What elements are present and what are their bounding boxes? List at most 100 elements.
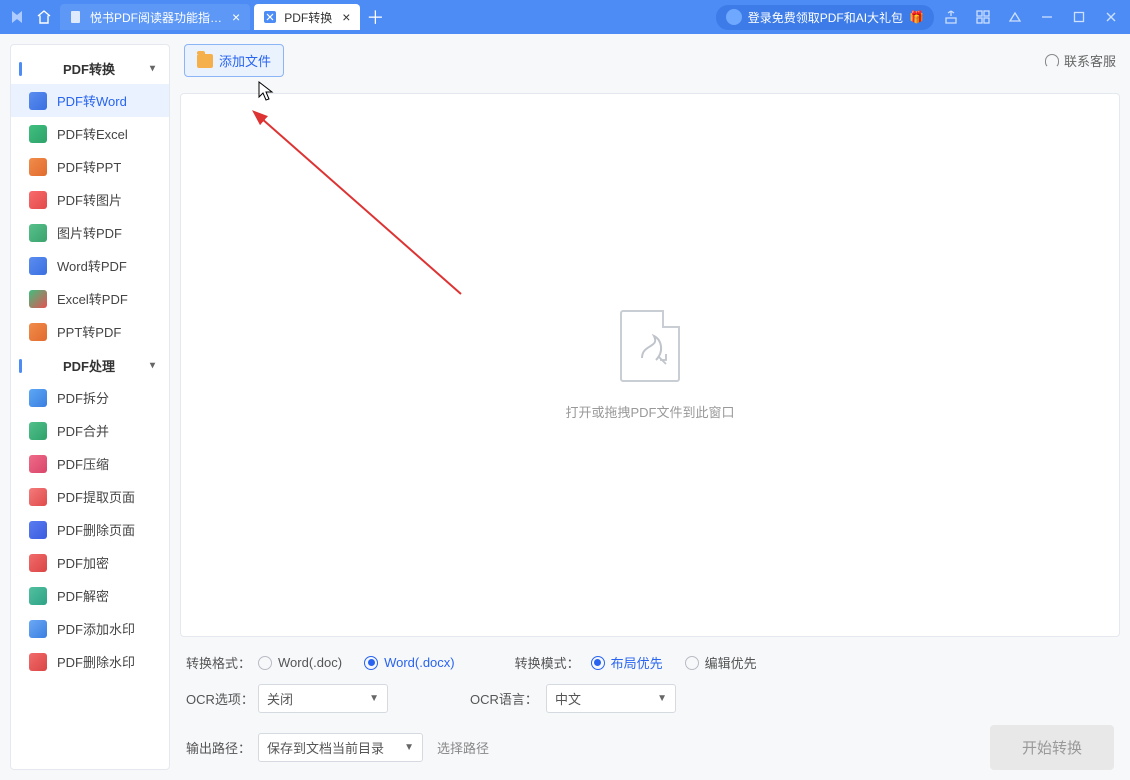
sidebar-item-0-6[interactable]: Excel转PDF — [11, 282, 169, 315]
gift-icon: 🎁 — [909, 10, 924, 24]
sidebar-item-label: PDF提取页面 — [57, 487, 135, 506]
theme-icon[interactable] — [1000, 4, 1030, 30]
sidebar-item-1-5[interactable]: PDF加密 — [11, 546, 169, 579]
file-icon — [262, 9, 278, 25]
chevron-down-icon: ▾ — [150, 360, 155, 371]
login-promo-button[interactable]: 登录免费领取PDF和AI大礼包 🎁 — [716, 5, 934, 30]
sidebar-item-1-2[interactable]: PDF压缩 — [11, 447, 169, 480]
app-logo-icon[interactable] — [4, 4, 30, 30]
maximize-button[interactable] — [1064, 4, 1094, 30]
sidebar-group-0[interactable]: PDF转换 ▾ — [11, 51, 169, 84]
ic-img2-icon — [29, 224, 47, 242]
radio-icon — [258, 656, 272, 670]
ic-ppt-icon — [29, 158, 47, 176]
new-tab-button[interactable]: ＋ — [362, 4, 388, 30]
sidebar-item-label: PDF删除水印 — [57, 652, 135, 671]
sidebar-item-0-5[interactable]: Word转PDF — [11, 249, 169, 282]
sidebar-item-1-3[interactable]: PDF提取页面 — [11, 480, 169, 513]
format-option-0[interactable]: Word(.doc) — [258, 655, 342, 670]
sidebar-item-label: PDF转Excel — [57, 124, 128, 143]
sidebar-item-label: Word转PDF — [57, 256, 127, 275]
sidebar-item-1-7[interactable]: PDF添加水印 — [11, 612, 169, 645]
sidebar-group-label: PDF转换 — [63, 59, 115, 78]
sidebar-item-label: PDF压缩 — [57, 454, 109, 473]
tab-label: 悦书PDF阅读器功能指… — [90, 9, 222, 26]
ic-compress-icon — [29, 455, 47, 473]
ocr-select[interactable]: 关闭 ▼ — [258, 684, 388, 713]
ocr-lang-label: OCR语言： — [470, 689, 546, 708]
contact-support-link[interactable]: 联系客服 — [1045, 51, 1116, 70]
tab-close-icon[interactable]: × — [232, 9, 240, 25]
sidebar-item-label: Excel转PDF — [57, 289, 128, 308]
sidebar-item-1-0[interactable]: PDF拆分 — [11, 381, 169, 414]
ocr-lang-value: 中文 — [555, 689, 581, 708]
sidebar-group-1[interactable]: PDF处理 ▾ — [11, 348, 169, 381]
sidebar-item-1-4[interactable]: PDF删除页面 — [11, 513, 169, 546]
ocr-value: 关闭 — [267, 689, 293, 708]
mode-option-0[interactable]: 布局优先 — [591, 653, 663, 672]
sidebar: PDF转换 ▾ PDF转Word PDF转Excel PDF转PPT PDF转图片图片转P… — [10, 44, 170, 770]
titlebar: 悦书PDF阅读器功能指… × PDF转换 × ＋ 登录免费领取PDF和AI大礼包 🎁 — [0, 0, 1130, 34]
ic-wmrem-icon — [29, 653, 47, 671]
sidebar-item-0-2[interactable]: PDF转PPT — [11, 150, 169, 183]
sidebar-item-1-6[interactable]: PDF解密 — [11, 579, 169, 612]
sidebar-item-1-8[interactable]: PDF删除水印 — [11, 645, 169, 678]
radio-icon — [685, 656, 699, 670]
radio-icon — [364, 656, 378, 670]
format-label: 转换格式： — [186, 653, 258, 672]
chevron-down-icon: ▾ — [150, 63, 155, 74]
tab-0[interactable]: 悦书PDF阅读器功能指… × — [60, 4, 250, 30]
minimize-button[interactable] — [1032, 4, 1062, 30]
annotation-arrow — [241, 104, 501, 344]
mode-label: 转换模式： — [515, 653, 591, 672]
ic-excel2-icon — [29, 290, 47, 308]
ic-merge-icon — [29, 422, 47, 440]
sidebar-group-label: PDF处理 — [63, 356, 115, 375]
ic-remove-icon — [29, 521, 47, 539]
choose-path-button[interactable]: 选择路径 — [437, 738, 489, 757]
radio-label: Word(.doc) — [278, 655, 342, 670]
mode-option-1[interactable]: 编辑优先 — [685, 653, 757, 672]
start-convert-button[interactable]: 开始转换 — [990, 725, 1114, 770]
sidebar-item-0-4[interactable]: 图片转PDF — [11, 216, 169, 249]
format-option-1[interactable]: Word(.docx) — [364, 655, 455, 670]
avatar-icon — [726, 9, 742, 25]
sidebar-item-label: PDF删除页面 — [57, 520, 135, 539]
sidebar-item-label: PDF转Word — [57, 91, 127, 110]
ic-extract-icon — [29, 488, 47, 506]
file-icon — [68, 9, 84, 25]
tab-1[interactable]: PDF转换 × — [254, 4, 360, 30]
output-path-select[interactable]: 保存到文档当前目录 ▼ — [258, 733, 423, 762]
sidebar-item-0-7[interactable]: PPT转PDF — [11, 315, 169, 348]
sidebar-item-0-0[interactable]: PDF转Word — [11, 84, 169, 117]
apps-icon[interactable] — [968, 4, 998, 30]
extension-icon[interactable] — [936, 4, 966, 30]
home-button[interactable] — [30, 4, 58, 30]
close-button[interactable] — [1096, 4, 1126, 30]
tab-label: PDF转换 — [284, 9, 332, 26]
ic-word-icon — [29, 92, 47, 110]
sidebar-item-1-1[interactable]: PDF合并 — [11, 414, 169, 447]
ic-split-icon — [29, 389, 47, 407]
caret-down-icon: ▼ — [369, 693, 379, 704]
sidebar-item-label: PDF加密 — [57, 553, 109, 572]
ic-encrypt-icon — [29, 554, 47, 572]
sidebar-item-label: PDF转PPT — [57, 157, 121, 176]
sidebar-item-label: PDF解密 — [57, 586, 109, 605]
add-file-label: 添加文件 — [219, 51, 271, 70]
tab-close-icon[interactable]: × — [342, 9, 350, 25]
file-dropzone[interactable]: 打开或拖拽PDF文件到此窗口 — [180, 93, 1120, 637]
ocr-lang-select[interactable]: 中文 ▼ — [546, 684, 676, 713]
promo-text: 登录免费领取PDF和AI大礼包 — [748, 9, 903, 26]
output-value: 保存到文档当前目录 — [267, 738, 384, 757]
radio-icon — [591, 656, 605, 670]
sidebar-item-0-3[interactable]: PDF转图片 — [11, 183, 169, 216]
pdf-file-icon — [620, 310, 680, 382]
ic-decrypt-icon — [29, 587, 47, 605]
sidebar-item-label: 图片转PDF — [57, 223, 122, 242]
ic-ppt2-icon — [29, 323, 47, 341]
sidebar-item-0-1[interactable]: PDF转Excel — [11, 117, 169, 150]
folder-icon — [197, 54, 213, 68]
ocr-label: OCR选项： — [186, 689, 258, 708]
add-file-button[interactable]: 添加文件 — [184, 44, 284, 77]
